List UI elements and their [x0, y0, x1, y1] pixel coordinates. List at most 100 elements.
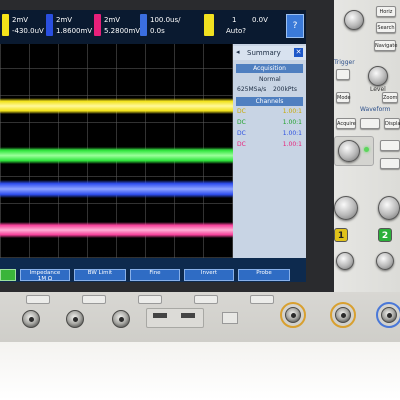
timebase-swatch [140, 14, 147, 36]
channel-2-status[interactable]: 2mV 1.8600mV [46, 14, 92, 42]
panel-button[interactable] [380, 140, 400, 151]
channel-row-1: DC 1.00:1 [237, 108, 302, 117]
display-bezel: 2mV -430.0uV 2mV 1.8600mV 2mV 5.2800mV 1… [0, 0, 334, 292]
channel-1-status[interactable]: 2mV -430.0uV [2, 14, 44, 42]
close-icon[interactable]: ✕ [294, 48, 303, 57]
trigger-button[interactable] [336, 69, 350, 80]
softkey-bw-limit[interactable]: BW Limit [74, 269, 126, 281]
channel-2-offset: 1.8600mV [56, 27, 93, 35]
oscilloscope-photo: 2mV -430.0uV 2mV 1.8600mV 2mV 5.2800mV 1… [0, 0, 400, 400]
softkey-bar: Impedance 1M Ω BW Limit Fine Invert Prob… [0, 258, 306, 282]
usb-host-port [222, 312, 238, 324]
channel-row-4: DC 1.00:1 [237, 141, 302, 150]
channel-3-scale: 2mV [104, 16, 121, 24]
trigger-source: 1 [232, 16, 237, 24]
channel-1-swatch [2, 14, 9, 36]
channel-row-probe: 1.00:1 [282, 108, 302, 115]
timebase-scale: 100.0us/ [150, 16, 181, 24]
softkey-label: Invert [200, 270, 218, 276]
channel-2-swatch [46, 14, 53, 36]
softkey-probe[interactable]: Probe [238, 269, 290, 281]
power-led [364, 147, 369, 152]
trigger-status[interactable]: 1 0.0V Auto? [204, 14, 274, 42]
channel-row-coupling: DC [237, 119, 246, 126]
acquire-button[interactable]: Acquire [336, 118, 356, 129]
channel-2-trace [0, 147, 233, 164]
horiz-button[interactable]: Horiz [376, 6, 396, 17]
memory-depth: 200kPts [273, 86, 298, 93]
channel-2-key[interactable]: 2 [378, 228, 392, 242]
channel-row-coupling: DC [237, 141, 246, 148]
channel-3-trace [0, 180, 233, 198]
chevron-left-icon[interactable]: ◂ [236, 48, 240, 56]
channel-1-scale-knob[interactable] [334, 196, 358, 220]
channel-2-input-bnc[interactable] [335, 307, 351, 323]
trigger-mode: Auto? [226, 27, 246, 35]
usb-port-2 [181, 313, 195, 318]
front-button-4[interactable] [194, 295, 218, 304]
softkey-label: Fine [149, 270, 161, 276]
channel-3-input-bnc[interactable] [381, 307, 397, 323]
front-control-panel: Horiz Search Navigate Trigger Level Mode… [334, 0, 400, 292]
trigger-level-knob[interactable] [368, 66, 388, 86]
horizontal-knob[interactable] [344, 10, 364, 30]
channel-2-scale-knob[interactable] [378, 196, 400, 220]
channel-row-coupling: DC [237, 130, 246, 137]
display-button[interactable]: Display [384, 118, 400, 129]
intensity-knob[interactable] [338, 140, 360, 162]
aux-connector-1 [22, 310, 40, 328]
sample-rate: 625MSa/s [237, 86, 267, 93]
channel-row-probe: 1.00:1 [282, 130, 302, 137]
front-button-2[interactable] [82, 295, 106, 304]
softkey-label: BW Limit [87, 270, 113, 276]
softkey-impedance[interactable]: Impedance 1M Ω [20, 269, 70, 281]
channel-1-position-knob[interactable] [336, 252, 354, 270]
zoom-button[interactable]: Zoom [382, 92, 398, 103]
help-icon[interactable]: ? [286, 14, 304, 38]
usb-port [153, 313, 167, 318]
front-button-3[interactable] [138, 295, 162, 304]
timebase-status[interactable]: 100.0us/ 0.0s [140, 14, 180, 42]
front-button-1[interactable] [26, 295, 50, 304]
softkey-fine[interactable]: Fine [130, 269, 180, 281]
channel-row-coupling: DC [237, 108, 246, 115]
channel-3-swatch [94, 14, 101, 36]
acquisition-header: Acquisition [236, 64, 303, 73]
channel-3-offset: 5.2800mV [104, 27, 141, 35]
trigger-slope-icon [204, 14, 214, 36]
softkey-label: Probe [256, 270, 272, 276]
aux-connector-3 [112, 310, 130, 328]
acquisition-mode: Normal [259, 76, 281, 83]
channel-1-scale: 2mV [12, 16, 29, 24]
softkey-1[interactable] [0, 269, 16, 281]
channel-2-position-knob[interactable] [376, 252, 394, 270]
waveform-section-label: Waveform [360, 106, 391, 113]
usb-port-area [146, 308, 204, 328]
channels-header: Channels [236, 97, 303, 106]
mode-button[interactable]: Mode [336, 92, 351, 103]
search-button[interactable]: Search [376, 22, 396, 33]
channel-row-3: DC 1.00:1 [237, 130, 302, 139]
softkey-value: 1M Ω [37, 275, 53, 282]
trigger-section-label: Trigger [334, 59, 355, 66]
channel-1-offset: -430.0uV [12, 27, 44, 35]
channel-row-probe: 1.00:1 [282, 119, 302, 126]
oscilloscope-screen: 2mV -430.0uV 2mV 1.8600mV 2mV 5.2800mV 1… [0, 10, 306, 282]
summary-header[interactable]: ◂ Summary ✕ [233, 46, 306, 60]
summary-panel: ◂ Summary ✕ Acquisition Normal 625MSa/s … [233, 44, 306, 258]
summary-title: Summary [247, 49, 281, 57]
waveform-display[interactable] [0, 44, 233, 258]
acquire-button-2[interactable] [360, 118, 380, 129]
panel-button-2[interactable] [380, 158, 400, 169]
navigate-button[interactable]: Navigate [374, 40, 397, 51]
channel-1-input-bnc[interactable] [285, 307, 301, 323]
table-surface [0, 342, 400, 400]
channel-1-trace [0, 98, 233, 114]
front-button-5[interactable] [250, 295, 274, 304]
channel-3-status[interactable]: 2mV 5.2800mV [94, 14, 140, 42]
channel-2-scale: 2mV [56, 16, 73, 24]
channel-4-trace [0, 222, 233, 238]
softkey-invert[interactable]: Invert [184, 269, 234, 281]
aux-connector-2 [66, 310, 84, 328]
channel-1-key[interactable]: 1 [334, 228, 348, 242]
